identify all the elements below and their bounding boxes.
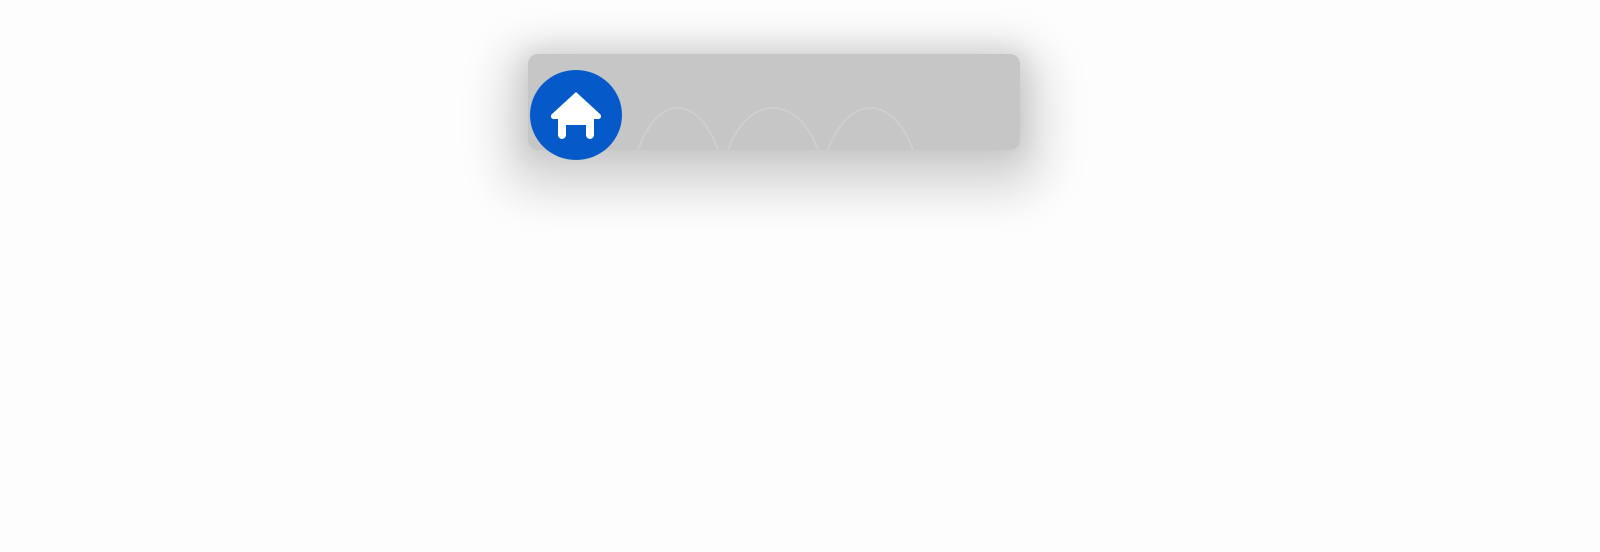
page — [0, 0, 1600, 552]
home-icon — [550, 92, 602, 139]
home-button[interactable] — [530, 70, 622, 160]
